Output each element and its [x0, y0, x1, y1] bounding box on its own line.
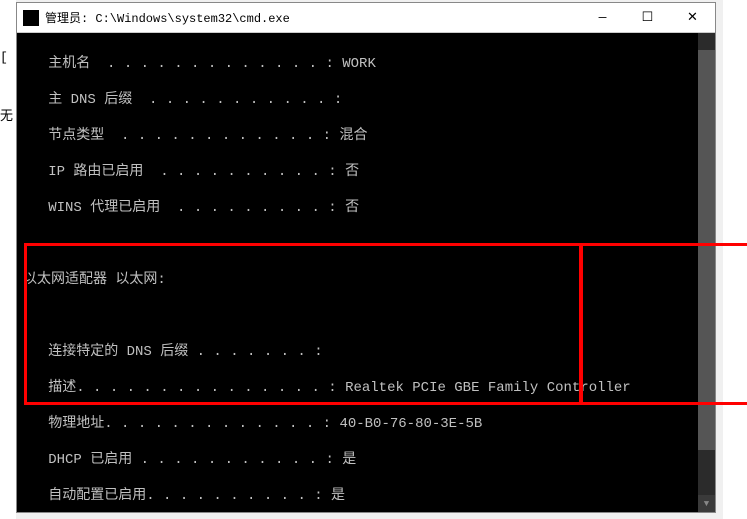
background-fragment-right: [723, 0, 747, 519]
terminal-scrollbar[interactable]: ▲ ▼: [698, 33, 715, 512]
output-row: IP 路由已启用 . . . . . . . . . . : 否: [23, 163, 709, 181]
background-fragment-left: [ 无: [0, 0, 16, 519]
close-icon: ✕: [687, 10, 698, 25]
description-value: Realtek PCIe GBE Family Controller: [345, 380, 631, 396]
output-row: 自动配置已启用. . . . . . . . . . : 是: [23, 487, 709, 505]
hostname-value: WORK: [342, 56, 376, 72]
output-row: 主机名 . . . . . . . . . . . . . : WORK: [23, 55, 709, 73]
scrollbar-track[interactable]: [698, 50, 715, 495]
output-row: 节点类型 . . . . . . . . . . . . : 混合: [23, 127, 709, 145]
blank-line: [23, 235, 709, 253]
output-row: 物理地址. . . . . . . . . . . . . : 40-B0-76…: [23, 415, 709, 433]
output-row: WINS 代理已启用 . . . . . . . . . : 否: [23, 199, 709, 217]
physical-address-value: 40-B0-76-80-3E-5B: [339, 416, 482, 432]
close-button[interactable]: ✕: [670, 3, 715, 32]
node-type-value: 混合: [339, 128, 367, 144]
output-row: 连接特定的 DNS 后缀 . . . . . . . :: [23, 343, 709, 361]
wins-proxy-value: 否: [345, 200, 359, 216]
chevron-down-icon: ▼: [704, 495, 709, 513]
scrollbar-thumb[interactable]: [698, 50, 715, 450]
fragment-text: [: [0, 50, 16, 65]
titlebar[interactable]: 管理员: C:\Windows\system32\cmd.exe — ☐ ✕: [17, 3, 715, 33]
output-row: DHCP 已启用 . . . . . . . . . . . : 是: [23, 451, 709, 469]
maximize-button[interactable]: ☐: [625, 3, 670, 32]
minimize-button[interactable]: —: [580, 3, 625, 32]
autoconfig-enabled-value: 是: [331, 488, 345, 504]
cmd-icon: [23, 10, 39, 26]
terminal-content[interactable]: 主机名 . . . . . . . . . . . . . : WORK 主 D…: [17, 33, 715, 512]
output-row: 描述. . . . . . . . . . . . . . . : Realte…: [23, 379, 709, 397]
maximize-icon: ☐: [642, 10, 654, 25]
adapter-header: 以太网适配器 以太网:: [23, 271, 709, 289]
fragment-text: 无: [0, 105, 16, 124]
ip-routing-value: 否: [345, 164, 359, 180]
cmd-window: 管理员: C:\Windows\system32\cmd.exe — ☐ ✕ 主…: [16, 2, 716, 513]
output-row: 主 DNS 后缀 . . . . . . . . . . . :: [23, 91, 709, 109]
window-controls: — ☐ ✕: [580, 3, 715, 32]
dhcp-enabled-value: 是: [342, 452, 356, 468]
scrollbar-down-button[interactable]: ▼: [698, 495, 715, 512]
blank-line: [23, 307, 709, 325]
window-title: 管理员: C:\Windows\system32\cmd.exe: [45, 9, 580, 26]
minimize-icon: —: [599, 10, 607, 25]
